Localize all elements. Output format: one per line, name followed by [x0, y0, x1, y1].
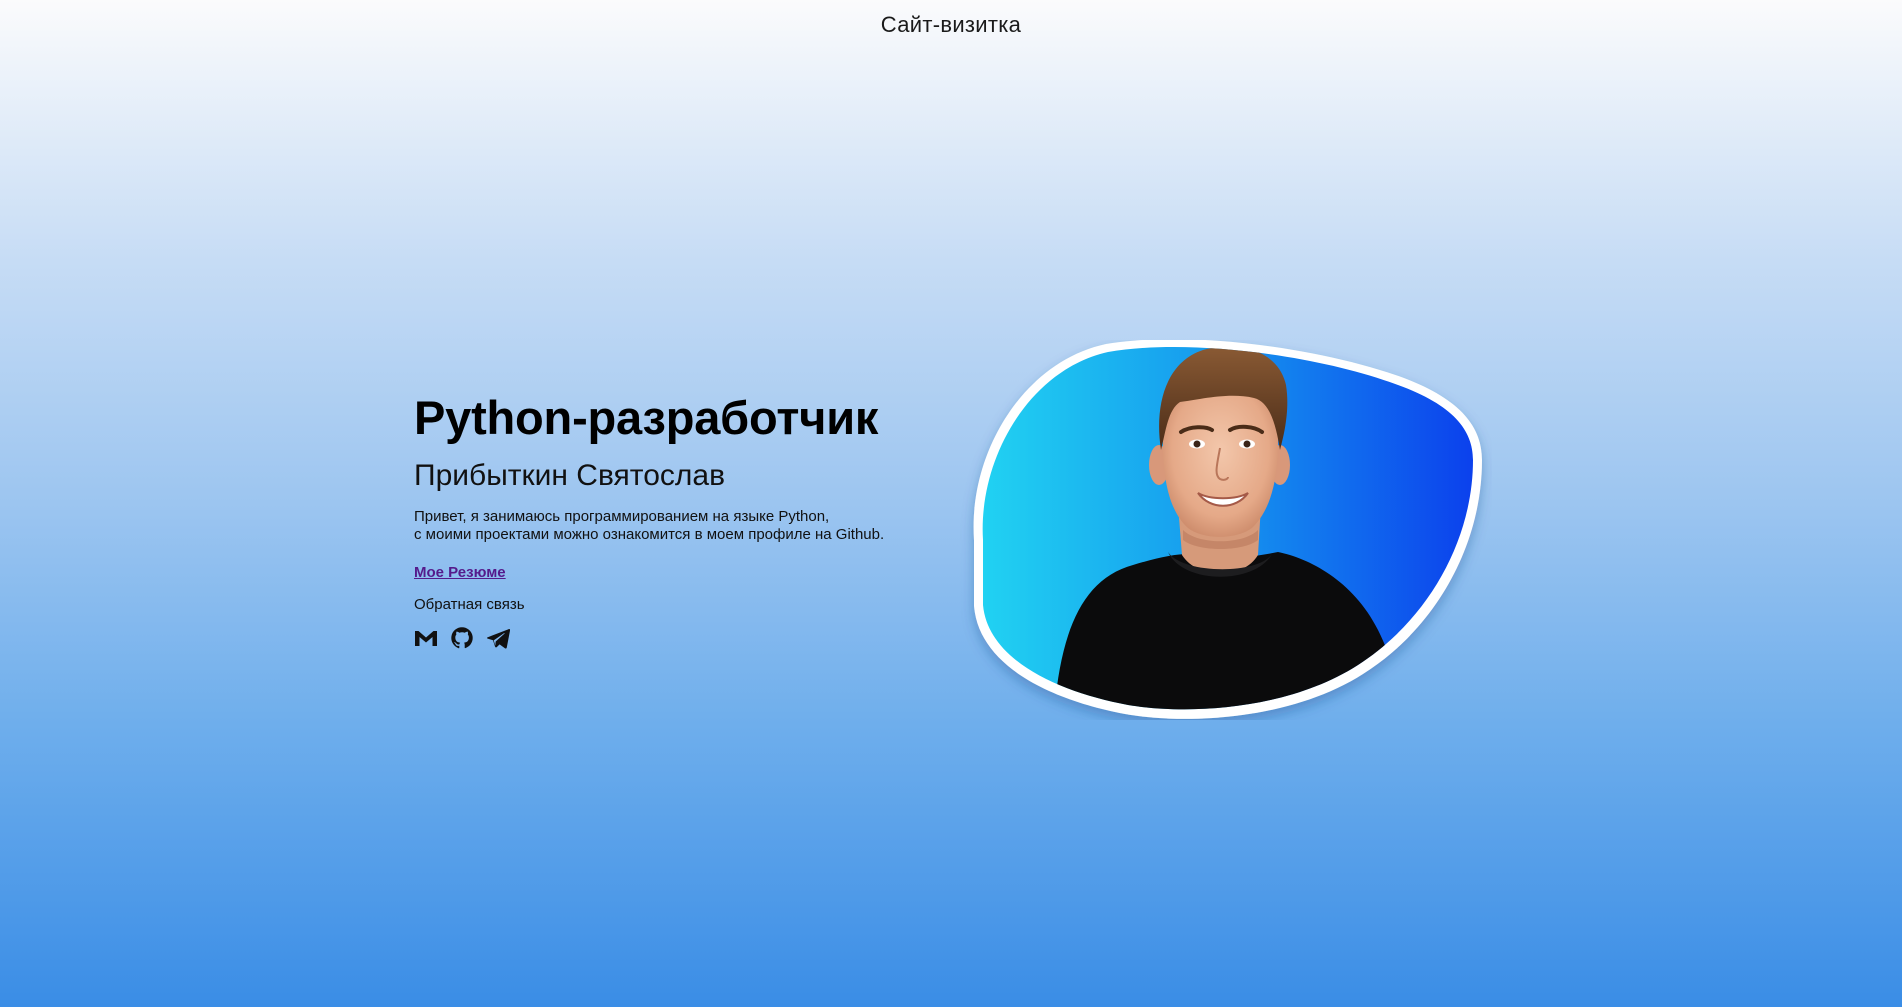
- bio-line: Привет, я занимаюсь программированием на…: [414, 508, 830, 525]
- github-link[interactable]: [450, 626, 474, 650]
- gmail-link[interactable]: [414, 626, 438, 650]
- site-title: Сайт-визитка: [880, 12, 1022, 37]
- telegram-link[interactable]: [486, 626, 510, 650]
- person-name: Прибыткин Святослав: [414, 459, 726, 492]
- headline: Python-разработчик: [414, 391, 879, 444]
- feedback-label: Обратная связь: [414, 596, 525, 613]
- telegram-icon: [487, 629, 510, 649]
- social-links: [414, 626, 934, 650]
- github-icon: [451, 627, 473, 649]
- resume-link[interactable]: Мое Резюме: [414, 564, 506, 581]
- gmail-icon: [415, 631, 437, 646]
- bio-line: с моими проектами можно ознакомится в мо…: [414, 526, 885, 543]
- hero-section: Python-разработчик Прибыткин Святослав П…: [414, 390, 934, 650]
- bio-text: Привет, я занимаюсь программированием на…: [414, 508, 934, 544]
- portrait-photo: [958, 340, 1492, 720]
